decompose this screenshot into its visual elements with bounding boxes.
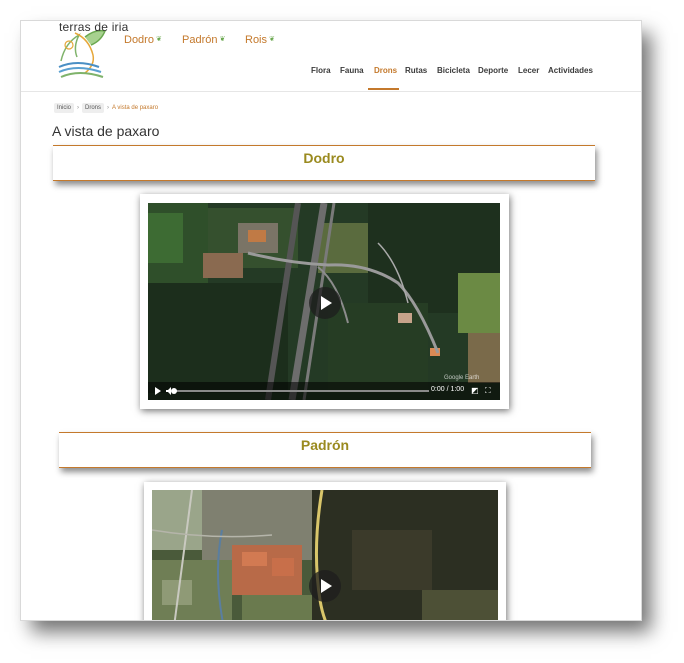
fullscreen-icon[interactable]: ⛶	[485, 386, 491, 396]
nav-item-deporte[interactable]: Deporte	[478, 66, 508, 75]
municipality-link-rois[interactable]: Rois ❦	[245, 34, 275, 46]
nav-item-lecer[interactable]: Lecer	[518, 66, 539, 75]
nav-item-actividades[interactable]: Actividades	[548, 66, 593, 75]
breadcrumb-item-inicio[interactable]: Inicio	[54, 103, 75, 113]
video-time: 0:00 / 1:00	[431, 386, 465, 393]
picture-in-picture-icon[interactable]: ◩	[471, 386, 479, 395]
breadcrumb-item-drons[interactable]: Drons	[82, 103, 105, 113]
play-icon[interactable]	[309, 287, 341, 319]
active-nav-indicator	[368, 88, 399, 90]
nav-item-rutas[interactable]: Rutas	[405, 66, 427, 75]
breadcrumb-separator: ›	[107, 105, 110, 111]
municipality-link-dodro[interactable]: Dodro ❦	[124, 34, 162, 46]
leaf-icon: ❦	[219, 36, 226, 43]
video-controls: 0:00 / 1:00 ◩ ⛶	[148, 382, 500, 400]
play-icon[interactable]	[309, 570, 341, 602]
video-player-padron[interactable]	[152, 490, 498, 620]
play-icon[interactable]	[155, 387, 161, 395]
video-card-dodro: Google Earth 0:00 / 1:00 ◩ ⛶	[140, 194, 509, 409]
leaf-icon: ❦	[269, 36, 275, 43]
logo-text: terras de iria	[59, 21, 129, 34]
section-heading-padron: Padrón	[59, 432, 591, 468]
page-title: A vista de paxaro	[52, 123, 160, 139]
municipality-label: Dodro	[124, 34, 154, 46]
page: terras de iria Dodro ❦ Padrón ❦ Rois ❦ Flor…	[21, 21, 641, 620]
breadcrumb-current: A vista de paxaro	[112, 105, 159, 111]
municipality-link-padron[interactable]: Padrón ❦	[182, 34, 225, 46]
section-title: Padrón	[300, 437, 350, 453]
breadcrumb: Inicio › Drons › A vista de paxaro	[54, 103, 158, 113]
video-watermark: Google Earth	[444, 375, 480, 381]
nav-item-drons[interactable]: Drons	[374, 66, 397, 75]
section-heading-dodro: Dodro	[53, 145, 595, 181]
nav-item-flora[interactable]: Flora	[311, 66, 331, 75]
site-header: terras de iria Dodro ❦ Padrón ❦ Rois ❦ Flor…	[21, 21, 641, 92]
municipality-label: Rois	[245, 34, 268, 46]
video-card-padron	[144, 482, 506, 620]
municipality-label: Padrón	[182, 34, 218, 46]
section-title: Dodro	[303, 150, 345, 166]
nav-item-bicicleta[interactable]: Bicicleta	[437, 66, 470, 75]
video-progress-bar[interactable]	[171, 388, 429, 394]
nav-item-fauna[interactable]: Fauna	[340, 66, 364, 75]
video-player-dodro[interactable]: Google Earth 0:00 / 1:00 ◩ ⛶	[148, 203, 500, 400]
progress-handle[interactable]	[171, 388, 177, 394]
leaf-icon: ❦	[155, 36, 162, 43]
breadcrumb-separator: ›	[77, 105, 80, 111]
